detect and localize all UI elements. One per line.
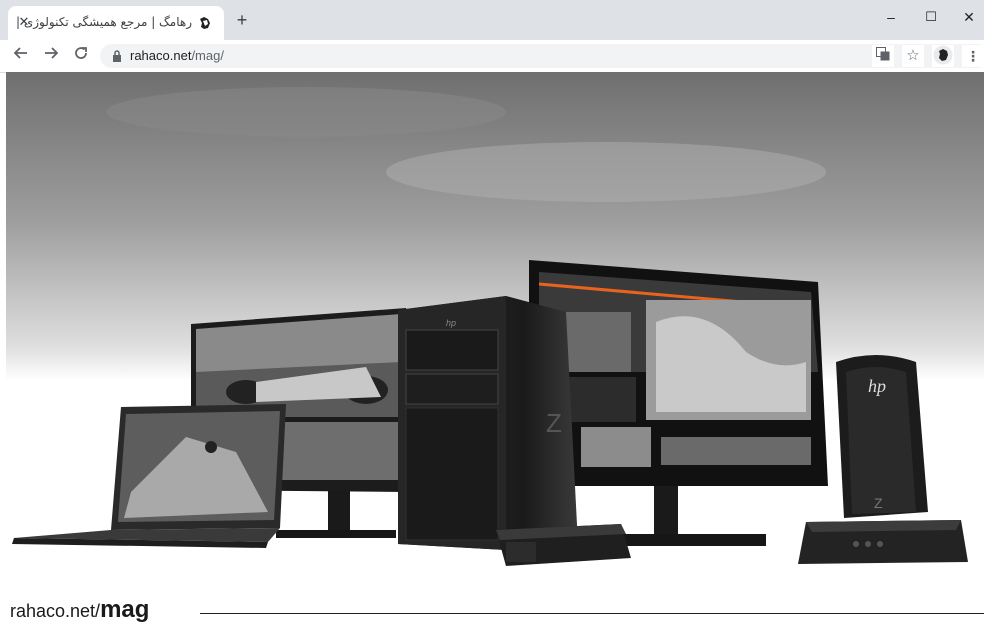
tower-hp-logo: hp [446, 318, 456, 328]
browser-titlebar: رهامگ | مرجع همیشگی تکنولوژی | ✕ + – ☐ ✕ [0, 0, 984, 40]
hp-z-tower: hp Z [398, 296, 578, 550]
browser-tab[interactable]: رهامگ | مرجع همیشگی تکنولوژی | ✕ [8, 6, 224, 40]
site-caption: rahaco.net/mag [10, 596, 149, 624]
caption-divider [200, 613, 984, 614]
tab-title: رهامگ | مرجع همیشگی تکنولوژی | [15, 15, 192, 29]
translate-icon[interactable] [872, 45, 894, 67]
minimize-button[interactable]: – [876, 4, 906, 30]
rahaco-favicon-icon [200, 17, 210, 29]
vr-z-badge: Z [874, 495, 883, 511]
url-host: rahaco.net [130, 48, 192, 63]
hp-workstation-lineup-image: hp Z hp Z [6, 72, 984, 570]
lock-icon [113, 50, 121, 62]
close-window-button[interactable]: ✕ [954, 4, 984, 30]
url-path: /mag/ [191, 48, 224, 63]
tower-z-badge: Z [546, 408, 562, 438]
kebab-menu-icon[interactable]: ⋮ [962, 45, 984, 67]
new-tab-icon[interactable]: + [234, 11, 250, 29]
forward-icon[interactable] [40, 45, 62, 67]
address-bar[interactable]: rahaco.net/mag/ [100, 44, 984, 68]
tab-close-icon[interactable]: ✕ [16, 14, 32, 30]
reload-icon[interactable] [70, 45, 92, 67]
caption-section: mag [100, 596, 150, 623]
profile-avatar-icon[interactable] [932, 45, 954, 67]
url-text: rahaco.net/mag/ [130, 48, 224, 63]
browser-toolbar: rahaco.net/mag/ ☆ ⋮ [0, 40, 984, 73]
vr-hp-logo: hp [868, 376, 886, 396]
bookmark-star-icon[interactable]: ☆ [902, 45, 924, 67]
maximize-button[interactable]: ☐ [916, 4, 946, 30]
hero-image: hp Z hp Z [6, 72, 984, 570]
caption-site: rahaco.net/ [10, 601, 101, 621]
back-icon[interactable] [10, 45, 32, 67]
